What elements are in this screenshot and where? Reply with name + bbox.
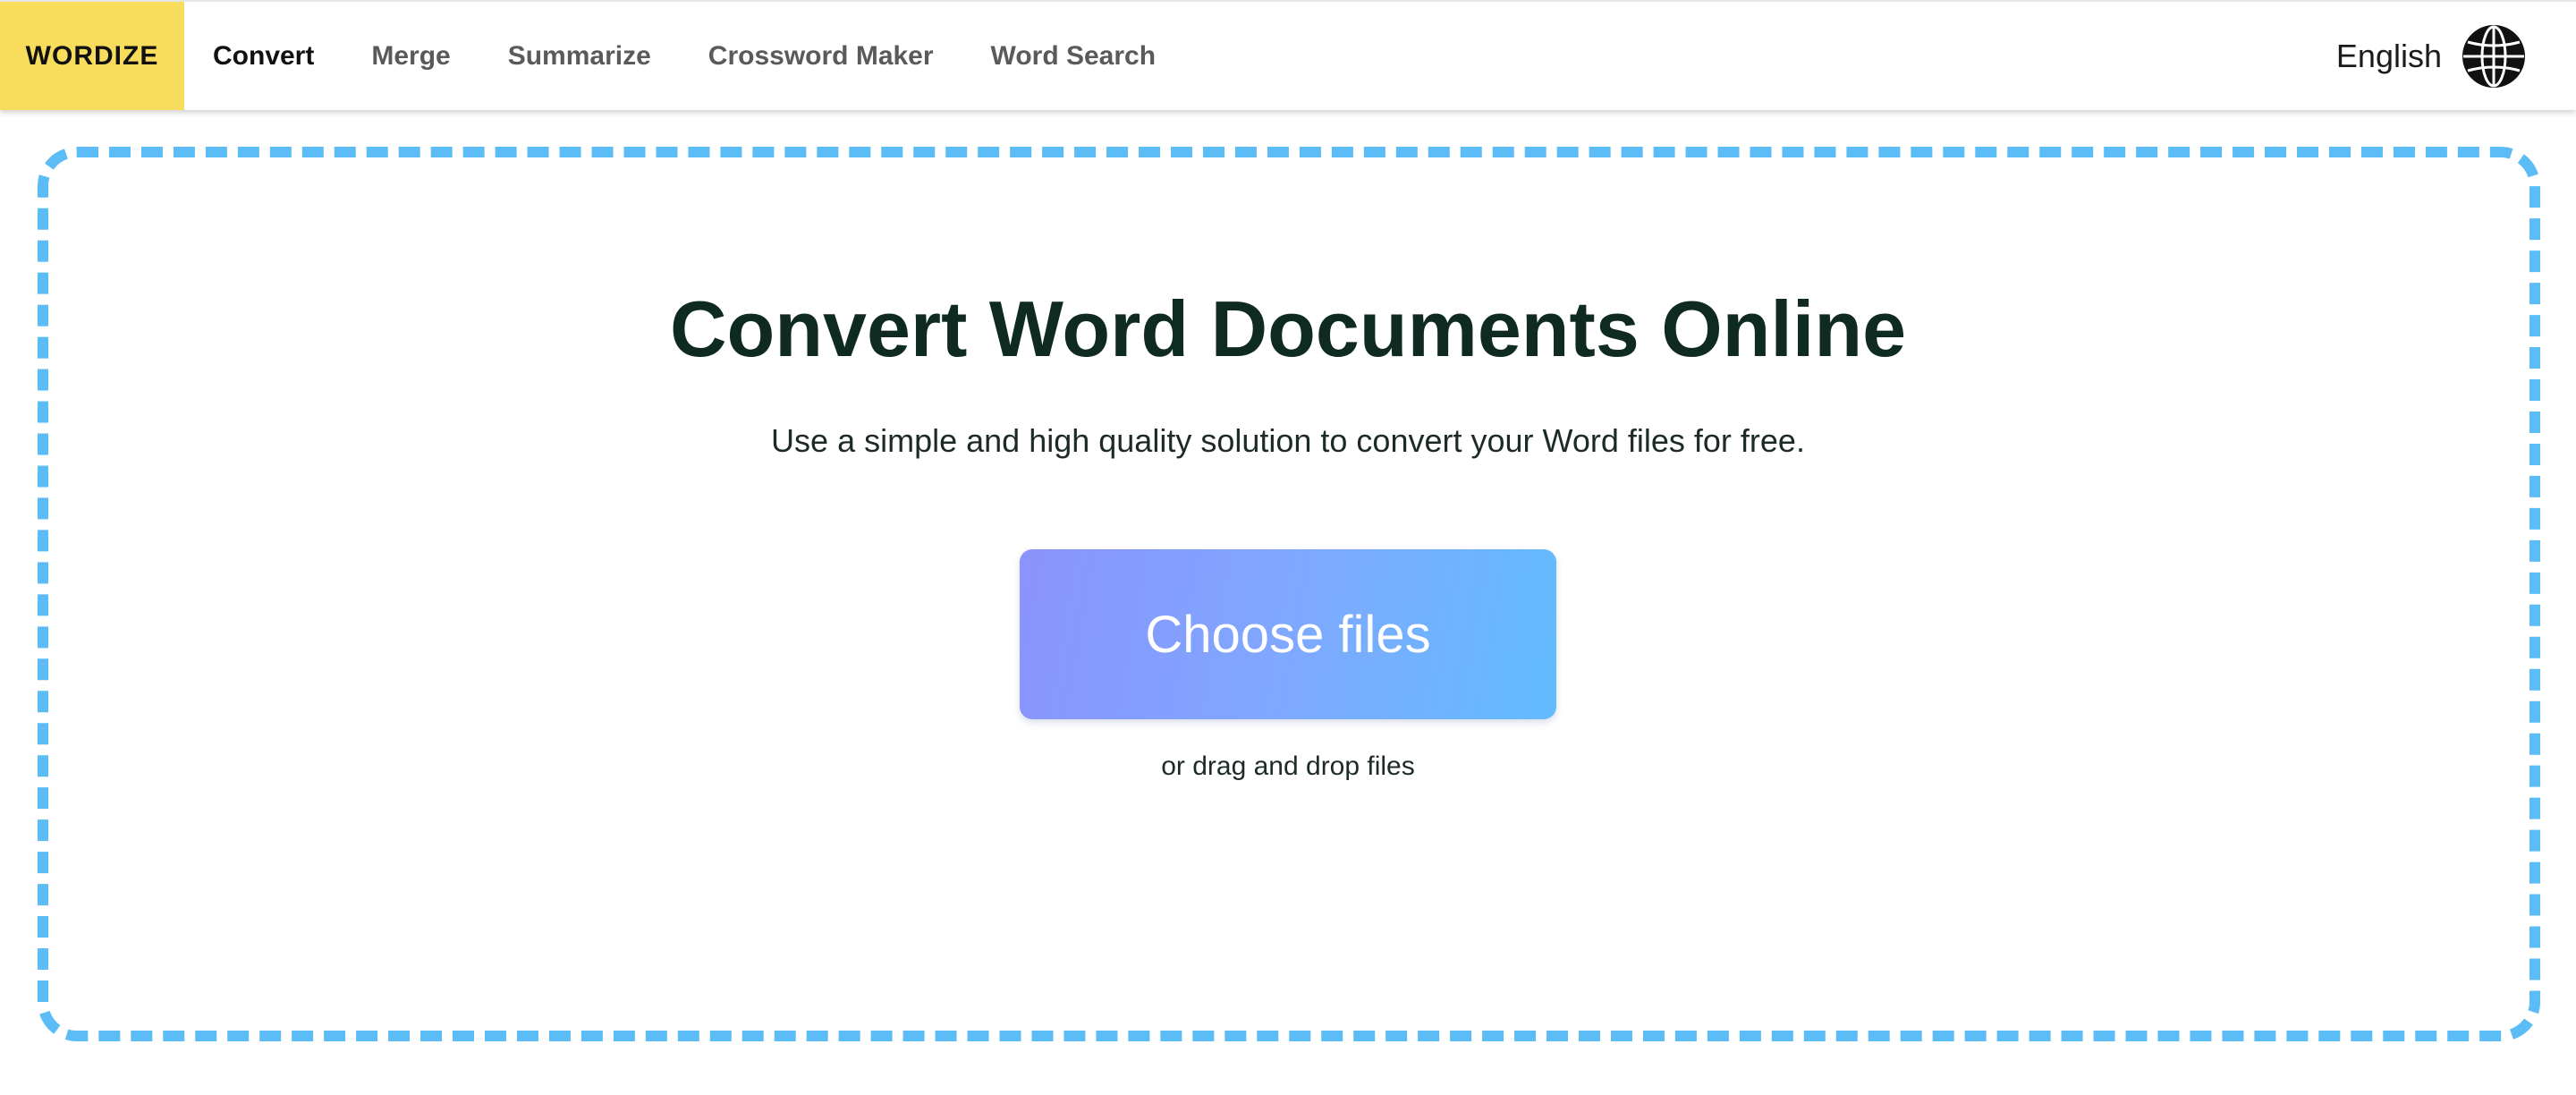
nav-link-crossword-maker[interactable]: Crossword Maker bbox=[708, 41, 934, 72]
nav-link-convert[interactable]: Convert bbox=[213, 41, 314, 72]
file-dropzone[interactable] bbox=[38, 147, 2540, 1041]
nav-link-summarize[interactable]: Summarize bbox=[508, 41, 651, 72]
main-nav: Convert Merge Summarize Crossword Maker … bbox=[184, 2, 1184, 110]
language-label: English bbox=[2335, 37, 2442, 74]
nav-link-word-search[interactable]: Word Search bbox=[991, 41, 1157, 72]
top-navbar: WORDIZE Convert Merge Summarize Crosswor… bbox=[0, 0, 2576, 110]
globe-icon bbox=[2462, 24, 2525, 88]
nav-link-merge[interactable]: Merge bbox=[371, 41, 450, 72]
language-selector[interactable]: English bbox=[2336, 2, 2526, 110]
brand-logo[interactable]: WORDIZE bbox=[0, 2, 184, 110]
